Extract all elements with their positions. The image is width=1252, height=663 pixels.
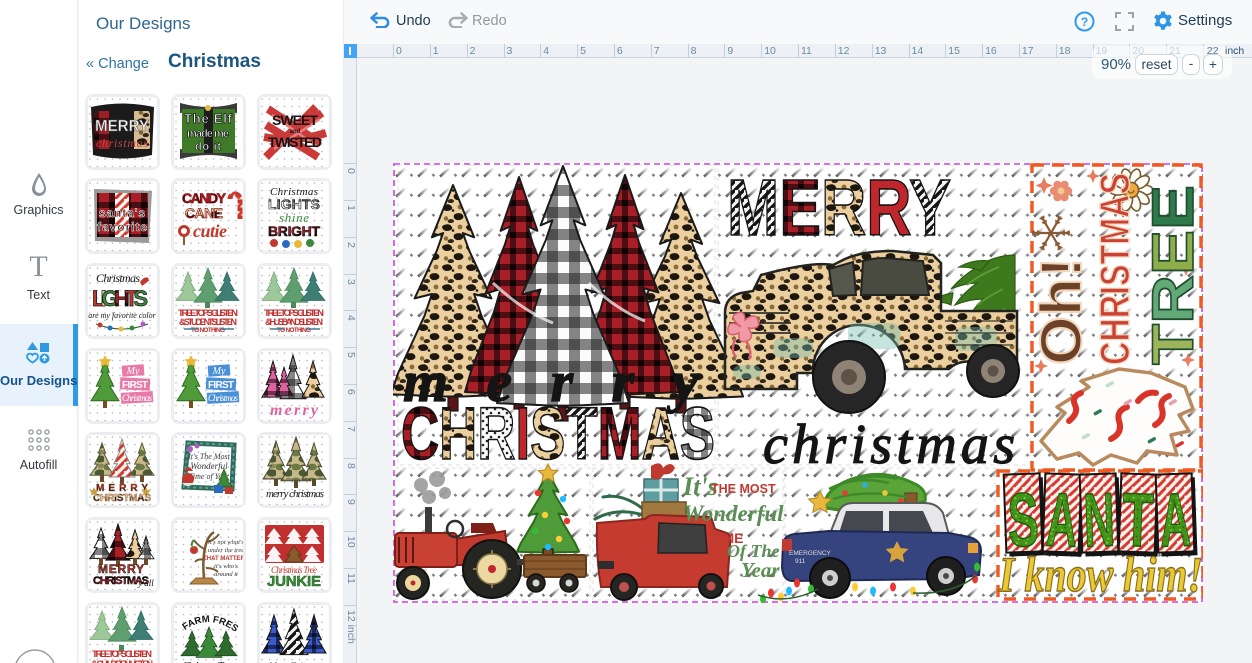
svg-text:THAT MATTERS: THAT MATTERS [203,556,243,562]
svg-text:TREE: TREE [1141,185,1203,365]
svg-text:& HUSBANDS LISTEN: & HUSBANDS LISTEN [265,317,323,327]
svg-text:My: My [211,366,225,377]
svg-text:I know him!: I know him! [998,546,1203,602]
svg-text:& CHILDREN LISTEN: & CHILDREN LISTEN [91,659,153,663]
svg-text:Wonderful: Wonderful [190,461,228,471]
svg-text:MERRY: MERRY [98,562,144,576]
svg-text:CHRISTMAS: CHRISTMAS [401,392,715,475]
svg-text:FIRST: FIRST [122,380,148,391]
svg-text:TO NOTHING: TO NOTHING [191,327,225,334]
svg-text:MERRY: MERRY [95,118,149,135]
svg-text:EMERGENCY: EMERGENCY [789,550,832,557]
svg-text:911: 911 [795,558,806,565]
svg-text:it's not what's: it's not what's [208,539,243,546]
svg-text:CHRISTMAS: CHRISTMAS [1091,173,1138,365]
svg-text:Christmas: Christmas [208,393,238,403]
svg-text:JUNKIE: JUNKIE [267,573,321,590]
svg-text:TWISTED: TWISTED [268,134,322,150]
svg-text:Oh!: Oh! [1029,257,1094,365]
svg-text:around it: around it [214,571,238,578]
svg-text:Christmas: Christmas [96,271,140,285]
svg-text:christmas: christmas [763,414,1015,476]
svg-text:Year: Year [741,558,780,582]
svg-text:My: My [125,366,139,377]
svg-text:It's The Most: It's The Most [187,452,230,461]
svg-text:it's who's: it's who's [214,563,238,570]
svg-text:y'all: y'all [137,578,154,588]
svg-text:Wonderful: Wonderful [683,501,784,526]
svg-text:LIGHTS: LIGHTS [92,286,148,311]
svg-text:Christmas: Christmas [122,393,152,403]
svg-text:favorite: favorite [97,220,147,234]
svg-text:BRIGHT: BRIGHT [268,223,320,239]
svg-text:made me: made me [187,128,229,140]
svg-text:are my favorite color: are my favorite color [88,311,156,320]
svg-text:& STUDENTS LISTEN: & STUDENTS LISTEN [179,317,237,327]
svg-text:christmas: christmas [96,136,148,150]
svg-text:cutie: cutie [193,221,227,241]
svg-text:CANDY: CANDY [182,190,227,206]
svg-text:?: ? [1081,15,1088,29]
svg-text:CHRISTMAS: CHRISTMAS [93,493,151,504]
svg-text:merry christmas: merry christmas [266,488,324,500]
svg-text:under the tree: under the tree [207,547,242,554]
svg-text:merry: merry [270,402,319,419]
svg-text:THE MOST: THE MOST [711,482,776,496]
svg-text:TO NOTHING: TO NOTHING [277,327,311,334]
svg-text:FIRST: FIRST [208,380,234,391]
svg-text:SWEET: SWEET [272,112,318,128]
svg-text:MERRY: MERRY [727,163,951,252]
svg-text:santa's: santa's [99,206,145,220]
svg-text:do it: do it [195,141,221,153]
svg-text:CANE: CANE [185,205,223,221]
svg-text:The Elf: The Elf [184,111,233,126]
